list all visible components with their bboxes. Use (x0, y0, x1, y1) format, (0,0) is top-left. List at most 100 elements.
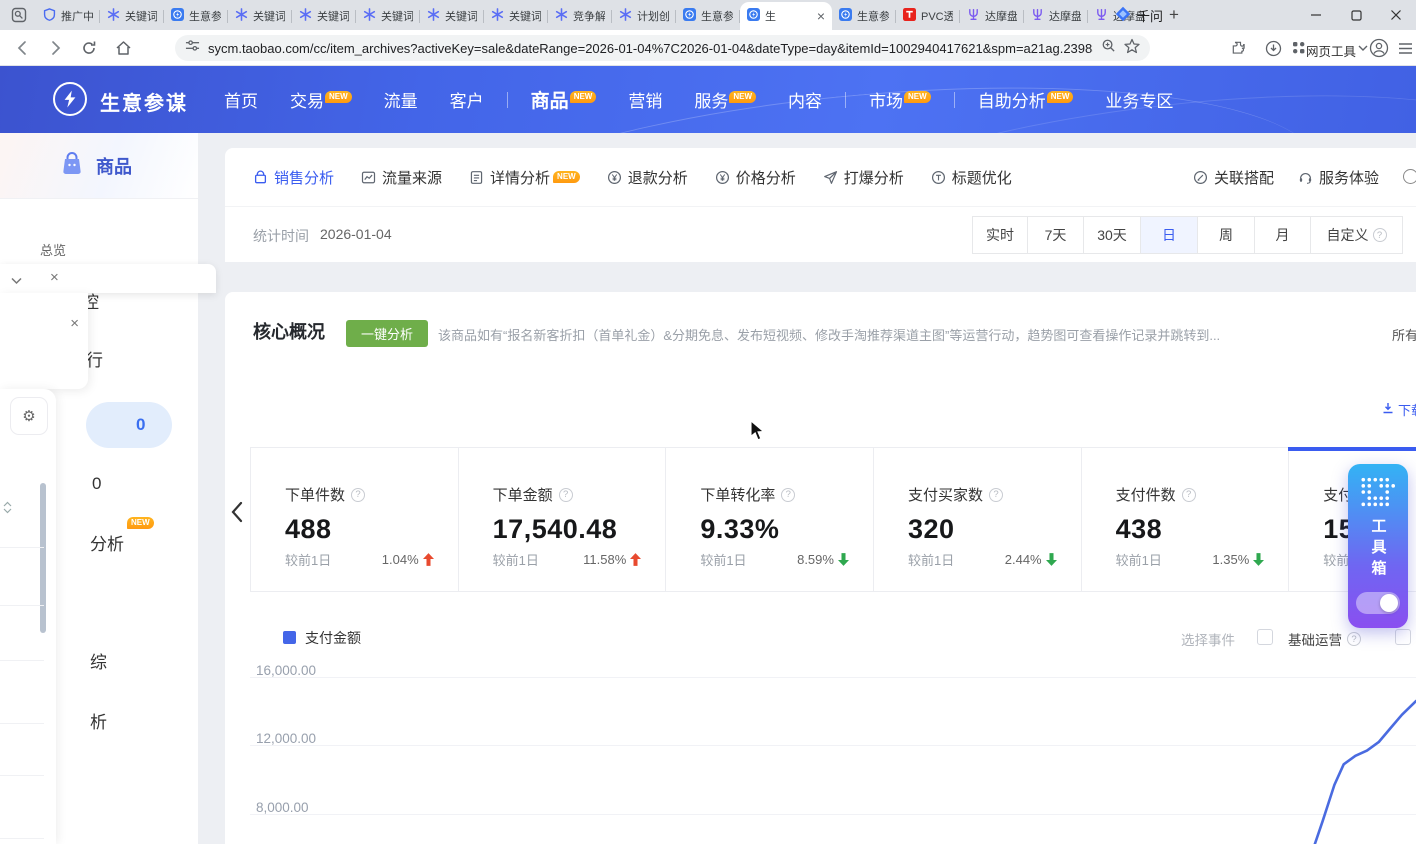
zoom-page-icon[interactable] (1101, 38, 1116, 58)
date-option-30天[interactable]: 30天 (1083, 216, 1141, 254)
event-checkbox[interactable] (1395, 629, 1411, 645)
toolbox-toggle[interactable] (1356, 592, 1400, 614)
bookmark-star-icon[interactable] (1124, 38, 1140, 59)
help-icon[interactable]: ? (1347, 632, 1361, 646)
tab-close-icon[interactable]: × (817, 9, 825, 23)
browser-tab[interactable]: 推广中 (36, 2, 100, 30)
date-option-日[interactable]: 日 (1140, 216, 1198, 254)
tab-search-icon[interactable] (8, 4, 30, 26)
nav-item-业务专区[interactable]: 业务专区 (1089, 87, 1189, 112)
nav-item-市场[interactable]: 市场NEW (853, 87, 947, 112)
extensions-icon[interactable] (1228, 37, 1250, 59)
browser-tab[interactable]: 生意参 (676, 2, 740, 30)
sycm-logo-icon[interactable] (53, 82, 87, 116)
nav-item-交易[interactable]: 交易NEW (274, 87, 368, 112)
qianwen-button[interactable]: 千问 (1115, 3, 1163, 27)
metric-card-下单转化率[interactable]: 下单转化率?9.33%较前1日8.59% (666, 448, 874, 591)
close-window-icon[interactable] (1376, 0, 1416, 30)
sidebar-item-active[interactable]: 0 (86, 402, 172, 448)
tab-服务体验[interactable]: 服务体验 (1298, 167, 1379, 188)
browser-tab[interactable]: 关键词 (420, 2, 484, 30)
help-icon[interactable]: ? (351, 488, 365, 502)
cards-prev-icon[interactable] (227, 497, 247, 527)
toolbox-widget[interactable]: 工具箱 (1348, 464, 1408, 628)
minimize-icon[interactable] (1296, 0, 1336, 30)
tab-价格分析[interactable]: 价格分析 (715, 167, 796, 188)
floating-panel[interactable]: ⚙ (0, 389, 56, 844)
tab-退款分析[interactable]: 退款分析 (607, 167, 688, 188)
url-text[interactable]: sycm.taobao.com/cc/item_archives?activeK… (208, 41, 1093, 56)
menu-icon[interactable] (1394, 37, 1416, 59)
reload-icon[interactable] (78, 37, 100, 59)
tab-关联搭配[interactable]: 关联搭配 (1193, 167, 1274, 188)
download-link[interactable]: 下载 (1382, 400, 1416, 419)
collapse-chevron-icon[interactable] (10, 273, 23, 291)
close-icon[interactable]: × (70, 316, 79, 331)
url-bar[interactable]: sycm.taobao.com/cc/item_archives?activeK… (175, 35, 1150, 61)
browser-tab[interactable]: 竞争解 (548, 2, 612, 30)
browser-tab[interactable]: 关键词 (100, 2, 164, 30)
maximize-icon[interactable] (1336, 0, 1376, 30)
scrollbar-thumb[interactable] (40, 483, 46, 633)
browser-tab[interactable]: PVC透 (896, 2, 960, 30)
all-terms-link[interactable]: 所有 (1392, 325, 1416, 344)
browser-tab[interactable]: 关键词 (484, 2, 548, 30)
date-option-自定义[interactable]: 自定义? (1310, 216, 1403, 254)
nav-item-首页[interactable]: 首页 (208, 87, 274, 112)
metric-card-支付件数[interactable]: 支付件数?438较前1日1.35% (1082, 448, 1290, 591)
sidebar-item-fragment[interactable]: 综 (90, 648, 107, 673)
brand-title[interactable]: 生意参谋 (100, 87, 188, 116)
sidebar-item-fragment[interactable]: 0 (92, 474, 101, 494)
sidebar-item-overview[interactable]: 总览 (40, 240, 66, 259)
browser-tab[interactable]: 关键词 (292, 2, 356, 30)
nav-item-商品[interactable]: 商品NEW (515, 86, 613, 113)
nav-item-内容[interactable]: 内容 (772, 87, 838, 112)
nav-item-服务[interactable]: 服务NEW (678, 87, 772, 112)
metric-card-支付买家数[interactable]: 支付买家数?320较前1日2.44% (874, 448, 1082, 591)
browser-tab[interactable]: 达摩盘 (1024, 2, 1088, 30)
sidebar-item-fragment[interactable]: 行 (86, 346, 103, 371)
help-icon[interactable]: ? (1182, 488, 1196, 502)
browser-tab[interactable]: 达摩盘 (960, 2, 1024, 30)
sidebar-item-fragment[interactable]: 分析 (90, 530, 124, 555)
metric-card-下单件数[interactable]: 下单件数?488较前1日1.04% (251, 448, 459, 591)
nav-item-营销[interactable]: 营销 (612, 87, 678, 112)
date-option-7天[interactable]: 7天 (1027, 216, 1084, 254)
tab-详情分析[interactable]: 详情分析NEW (469, 167, 580, 188)
metric-card-下单金额[interactable]: 下单金额?17,540.48较前1日11.58% (459, 448, 667, 591)
date-option-实时[interactable]: 实时 (972, 216, 1028, 254)
site-info-icon[interactable] (185, 38, 200, 58)
download-tray-icon[interactable] (1262, 37, 1284, 59)
tab-标题优化[interactable]: 标题优化 (931, 167, 1012, 188)
tab-打爆分析[interactable]: 打爆分析 (823, 167, 904, 188)
nav-item-自助分析[interactable]: 自助分析NEW (962, 87, 1090, 112)
browser-tab[interactable]: 生× (740, 2, 832, 30)
tab-销售分析[interactable]: 销售分析 (253, 167, 334, 188)
web-tools-label[interactable]: 网页工具 (1306, 41, 1356, 60)
browser-tab[interactable]: 关键词 (356, 2, 420, 30)
tab-流量来源[interactable]: 流量来源 (361, 167, 442, 188)
help-icon[interactable]: ? (781, 488, 795, 502)
close-icon[interactable]: × (50, 270, 59, 285)
browser-tab[interactable]: 生意参 (164, 2, 228, 30)
sort-chevrons-icon[interactable] (3, 501, 12, 519)
gear-icon[interactable]: ⚙ (10, 397, 48, 435)
avatar[interactable] (1368, 37, 1390, 59)
forward-icon[interactable] (44, 37, 66, 59)
sidebar-item-fragment[interactable]: 析 (90, 708, 107, 733)
date-option-月[interactable]: 月 (1254, 216, 1311, 254)
one-key-analyze-button[interactable]: 一键分析 (346, 320, 428, 347)
nav-item-流量[interactable]: 流量 (368, 87, 434, 112)
clock-icon[interactable] (1403, 169, 1416, 184)
back-icon[interactable] (12, 37, 34, 59)
help-icon[interactable]: ? (559, 488, 573, 502)
new-tab-button[interactable]: + (1162, 3, 1186, 27)
home-icon[interactable] (112, 37, 134, 59)
nav-item-客户[interactable]: 客户 (434, 87, 500, 112)
date-option-周[interactable]: 周 (1197, 216, 1255, 254)
browser-tab[interactable]: 关键词 (228, 2, 292, 30)
browser-tab[interactable]: 生意参 (832, 2, 896, 30)
browser-tab[interactable]: 计划创 (612, 2, 676, 30)
floating-window[interactable]: × (0, 293, 88, 389)
floating-window-titlebar[interactable]: × (0, 264, 216, 293)
